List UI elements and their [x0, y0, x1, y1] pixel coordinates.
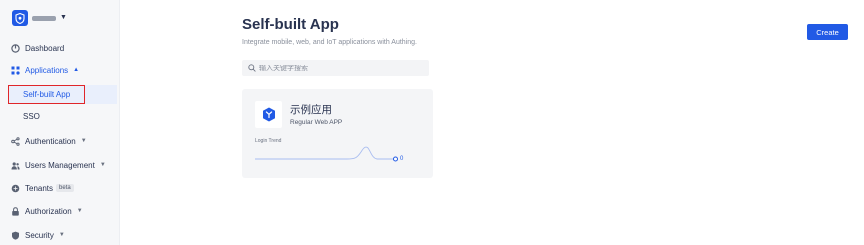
app-logo-icon — [255, 101, 282, 128]
sidebar-subitem-label: SSO — [23, 112, 40, 121]
trend-value: 0 — [400, 156, 404, 162]
sidebar-item-label: Security — [25, 230, 54, 240]
security-icon — [11, 231, 20, 240]
sidebar-item-label: Tenants — [25, 183, 54, 193]
sidebar-item-tenants[interactable]: Tenants beta — [11, 181, 74, 195]
sidebar-item-label: Users Management — [25, 160, 95, 170]
trend-endpoint-marker — [393, 156, 398, 162]
sidebar-item-users-management[interactable]: Users Management ▼ — [11, 158, 106, 172]
tenant-name-redacted — [32, 15, 56, 21]
chevron-down-icon: ▼ — [58, 232, 65, 238]
sidebar-item-security[interactable]: Security ▼ — [11, 228, 65, 242]
authorization-icon — [11, 206, 20, 216]
sidebar-item-authentication[interactable]: Authentication ▼ — [11, 134, 87, 148]
chevron-up-icon: ▲ — [73, 67, 80, 73]
authentication-icon — [11, 136, 20, 146]
app-card[interactable]: 示例应用 Regular Web APP Login Trend 0 — [242, 89, 433, 178]
app-type: Regular Web APP — [290, 119, 343, 126]
chevron-down-icon: ▼ — [99, 162, 106, 168]
applications-icon — [11, 66, 20, 75]
page-subtitle: Integrate mobile, web, and IoT applicati… — [242, 39, 417, 46]
sidebar-subitem-sso[interactable]: SSO — [8, 107, 117, 126]
search-icon — [248, 64, 256, 72]
create-button[interactable]: Create — [807, 24, 848, 40]
sidebar-item-label: Applications — [25, 65, 69, 75]
sidebar-subitem-self-built-app[interactable]: Self-built App — [8, 85, 117, 104]
login-trend-sparkline — [255, 146, 398, 162]
chevron-down-icon: ▼ — [76, 208, 83, 214]
sidebar-item-dashboard[interactable]: Dashboard — [11, 41, 64, 55]
dashboard-icon — [11, 43, 20, 53]
sidebar-item-label: Authorization — [25, 206, 72, 216]
tenants-icon — [11, 184, 20, 193]
beta-badge: beta — [56, 184, 74, 192]
app-name: 示例应用 — [290, 104, 332, 116]
chevron-down-icon: ▼ — [60, 13, 67, 21]
sidebar-item-authorization[interactable]: Authorization ▼ — [11, 204, 83, 218]
search-input[interactable] — [259, 64, 419, 72]
sidebar-item-label: Dashboard — [25, 43, 65, 53]
sidebar-item-applications[interactable]: Applications ▲ — [11, 63, 79, 77]
sidebar-subitem-label: Self-built App — [23, 90, 71, 99]
tenant-switcher[interactable]: ▼ — [12, 10, 67, 26]
sidebar: ▼ Dashboard Applications ▲ Self-built Ap… — [0, 0, 120, 245]
shield-icon — [12, 10, 28, 26]
chevron-down-icon: ▼ — [80, 138, 87, 144]
search-box[interactable] — [242, 60, 429, 76]
sidebar-item-label: Authentication — [25, 136, 76, 146]
page-title: Self-built App — [242, 16, 339, 33]
users-icon — [11, 161, 20, 170]
